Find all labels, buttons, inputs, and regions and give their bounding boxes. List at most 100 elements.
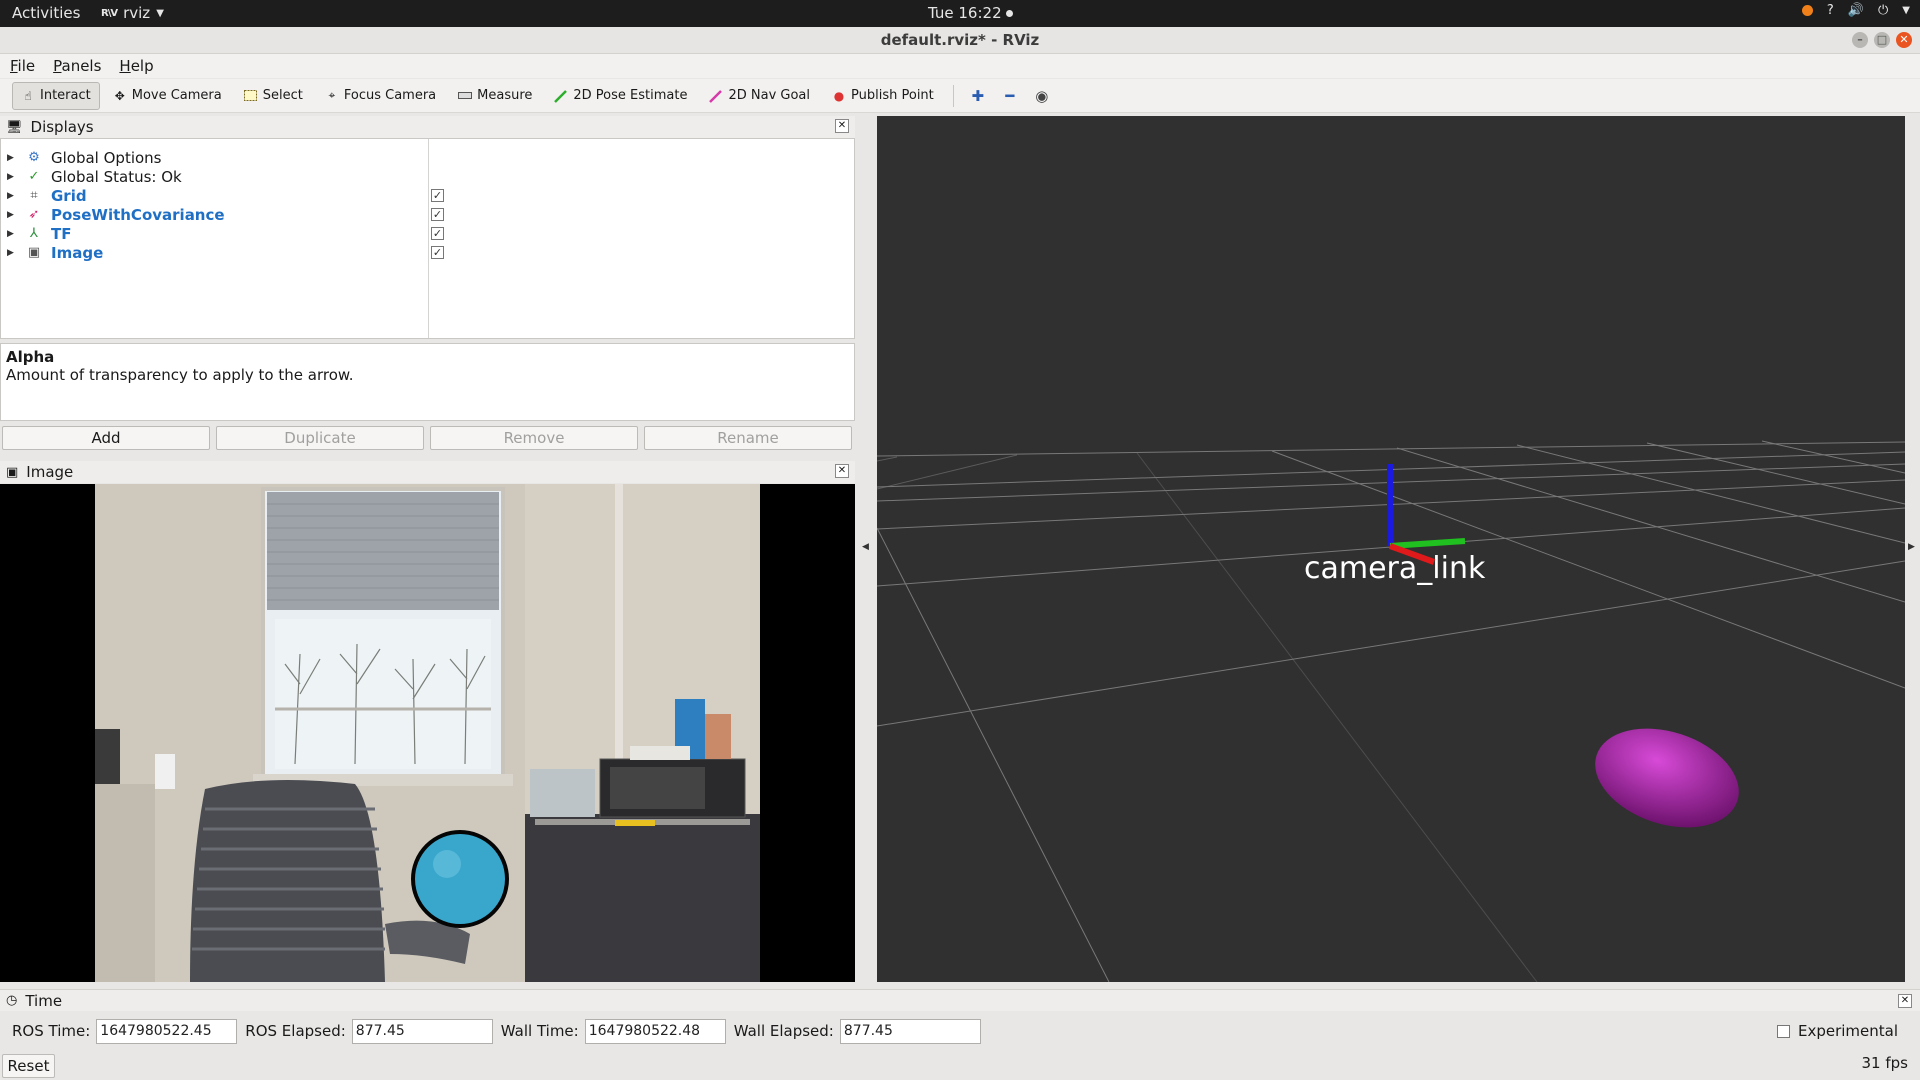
- tree-row-grid[interactable]: ▶ ⌗ Grid ✓: [1, 186, 854, 205]
- collapse-left-arrow-icon[interactable]: ◀: [862, 542, 869, 552]
- remove-tool-icon[interactable]: ━: [996, 87, 1024, 105]
- menu-file[interactable]: File: [10, 57, 35, 75]
- tree-row-posewithcovariance[interactable]: ▶ ➶ PoseWithCovariance ✓: [1, 205, 854, 224]
- system-tray[interactable]: ? 🔊 ⏻ ▼: [1801, 3, 1910, 18]
- experimental-checkbox[interactable]: [1776, 1024, 1790, 1038]
- interact-tool-button[interactable]: ☝ Interact: [12, 81, 100, 110]
- window-controls: – □ ✕: [1852, 32, 1912, 48]
- interact-label: Interact: [40, 88, 91, 103]
- wall-time-label: Wall Time:: [500, 1022, 579, 1040]
- app-menu[interactable]: R\V rviz ▼: [101, 4, 164, 22]
- activities-button[interactable]: Activities: [12, 4, 80, 22]
- tree-label: TF: [51, 224, 72, 243]
- close-panel-button[interactable]: ✕: [835, 464, 849, 478]
- camera-image-view[interactable]: [0, 484, 855, 982]
- ros-elapsed-label: ROS Elapsed:: [245, 1022, 346, 1040]
- chevron-down-icon: ▼: [156, 7, 164, 19]
- expand-arrow-icon[interactable]: ▶: [7, 229, 17, 239]
- measure-tool-button[interactable]: Measure: [449, 82, 541, 110]
- pink-arrow-icon: [709, 89, 723, 103]
- clock-icon: ◷: [6, 993, 18, 1008]
- panel-splitter[interactable]: ◀: [856, 116, 876, 982]
- minimize-button[interactable]: –: [1852, 32, 1868, 48]
- close-button[interactable]: ✕: [1896, 32, 1912, 48]
- tree-label: Global Status: Ok: [51, 167, 182, 186]
- wall-elapsed-label: Wall Elapsed:: [733, 1022, 834, 1040]
- publish-point-tool-button[interactable]: ● Publish Point: [823, 82, 943, 110]
- window-title-bar: default.rviz* - RViz – □ ✕: [0, 27, 1920, 54]
- crosshair-icon: ⌖: [328, 88, 336, 102]
- menu-panels[interactable]: Panels: [53, 57, 101, 75]
- ros-time-label: ROS Time:: [12, 1022, 91, 1040]
- move-camera-tool-button[interactable]: ✥ Move Camera: [104, 82, 231, 110]
- tree-label: Global Options: [51, 148, 162, 167]
- volume-icon[interactable]: 🔊: [1848, 3, 1864, 18]
- render-3d-view[interactable]: camera_link: [877, 116, 1905, 982]
- expand-arrow-icon[interactable]: ▶: [7, 153, 17, 163]
- displays-button-row: Add Duplicate Remove Rename: [0, 426, 855, 450]
- chevron-down-icon[interactable]: ▼: [1902, 5, 1910, 16]
- duplicate-button[interactable]: Duplicate: [216, 426, 424, 450]
- maximize-button[interactable]: □: [1874, 32, 1890, 48]
- description-text: Amount of transparency to apply to the a…: [6, 366, 354, 384]
- pose-estimate-label: 2D Pose Estimate: [573, 88, 688, 103]
- menu-bar: File Panels Help: [0, 54, 1920, 78]
- select-tool-button[interactable]: Select: [235, 82, 312, 110]
- close-panel-button[interactable]: ✕: [835, 119, 849, 133]
- image-panel-title: Image: [26, 463, 74, 481]
- check-icon: ✓: [28, 169, 40, 184]
- time-panel-title: Time: [25, 991, 63, 1010]
- add-button[interactable]: Add: [2, 426, 210, 450]
- focus-camera-tool-button[interactable]: ⌖ Focus Camera: [316, 82, 445, 110]
- grid-and-markers: [877, 116, 1905, 982]
- expand-arrow-icon[interactable]: ▶: [7, 191, 17, 201]
- publish-point-label: Publish Point: [851, 88, 934, 103]
- image-panel-header: ▣ Image ✕: [0, 461, 855, 483]
- tool-bar: ☝ Interact ✥ Move Camera Select ⌖ Focus …: [0, 79, 1920, 113]
- expand-arrow-icon[interactable]: ▶: [7, 248, 17, 258]
- measure-label: Measure: [477, 88, 533, 103]
- wall-time-field[interactable]: [584, 1018, 726, 1044]
- gnome-top-bar: Activities R\V rviz ▼ Tue 16:22 ? 🔊 ⏻ ▼: [0, 0, 1920, 27]
- remove-button[interactable]: Remove: [430, 426, 638, 450]
- add-tool-icon[interactable]: ✚: [964, 87, 992, 105]
- select-label: Select: [262, 88, 303, 103]
- tree-label: Grid: [51, 186, 87, 205]
- select-box-icon: [244, 89, 258, 103]
- ros-elapsed-field[interactable]: [351, 1018, 493, 1044]
- help-icon[interactable]: ?: [1827, 3, 1834, 18]
- camera-type-icon[interactable]: ◉: [1028, 87, 1056, 105]
- enable-checkbox[interactable]: ✓: [431, 246, 444, 259]
- power-icon[interactable]: ⏻: [1878, 3, 1888, 18]
- enable-checkbox[interactable]: ✓: [431, 189, 444, 202]
- clock[interactable]: Tue 16:22: [928, 4, 1013, 22]
- rename-button[interactable]: Rename: [644, 426, 852, 450]
- tree-row-image[interactable]: ▶ ▣ Image ✓: [1, 243, 854, 262]
- rviz-app-icon: R\V: [101, 7, 118, 19]
- experimental-toggle[interactable]: Experimental: [1776, 1022, 1898, 1040]
- focus-camera-label: Focus Camera: [343, 88, 437, 103]
- time-panel-header: ◷ Time ✕: [0, 989, 1920, 1011]
- collapse-right-arrow-icon[interactable]: ▶: [1908, 542, 1915, 552]
- update-indicator-icon[interactable]: [1801, 5, 1813, 16]
- ros-time-field[interactable]: [96, 1018, 238, 1044]
- menu-help[interactable]: Help: [119, 57, 153, 75]
- tf-icon: ⅄: [30, 226, 38, 241]
- tree-label: PoseWithCovariance: [51, 205, 225, 224]
- enable-checkbox[interactable]: ✓: [431, 208, 444, 221]
- displays-tree: ▶ ⚙ Global Options ▶ ✓ Global Status: Ok…: [0, 138, 855, 339]
- expand-arrow-icon[interactable]: ▶: [7, 210, 17, 220]
- enable-checkbox[interactable]: ✓: [431, 227, 444, 240]
- wall-elapsed-field[interactable]: [839, 1018, 981, 1044]
- tree-row-global-status[interactable]: ▶ ✓ Global Status: Ok: [1, 167, 854, 186]
- tree-row-tf[interactable]: ▶ ⅄ TF ✓: [1, 224, 854, 243]
- image-icon: ▣: [6, 464, 19, 480]
- expand-arrow-icon[interactable]: ▶: [7, 172, 17, 182]
- tree-row-global-options[interactable]: ▶ ⚙ Global Options: [1, 148, 854, 167]
- pose-estimate-tool-button[interactable]: 2D Pose Estimate: [545, 82, 696, 110]
- nav-goal-label: 2D Nav Goal: [728, 88, 811, 103]
- nav-goal-tool-button[interactable]: 2D Nav Goal: [700, 82, 819, 110]
- reset-button[interactable]: Reset: [2, 1054, 55, 1078]
- time-fields-row: ROS Time: ROS Elapsed: Wall Time: Wall E…: [0, 1016, 1920, 1046]
- close-panel-button[interactable]: ✕: [1898, 994, 1912, 1008]
